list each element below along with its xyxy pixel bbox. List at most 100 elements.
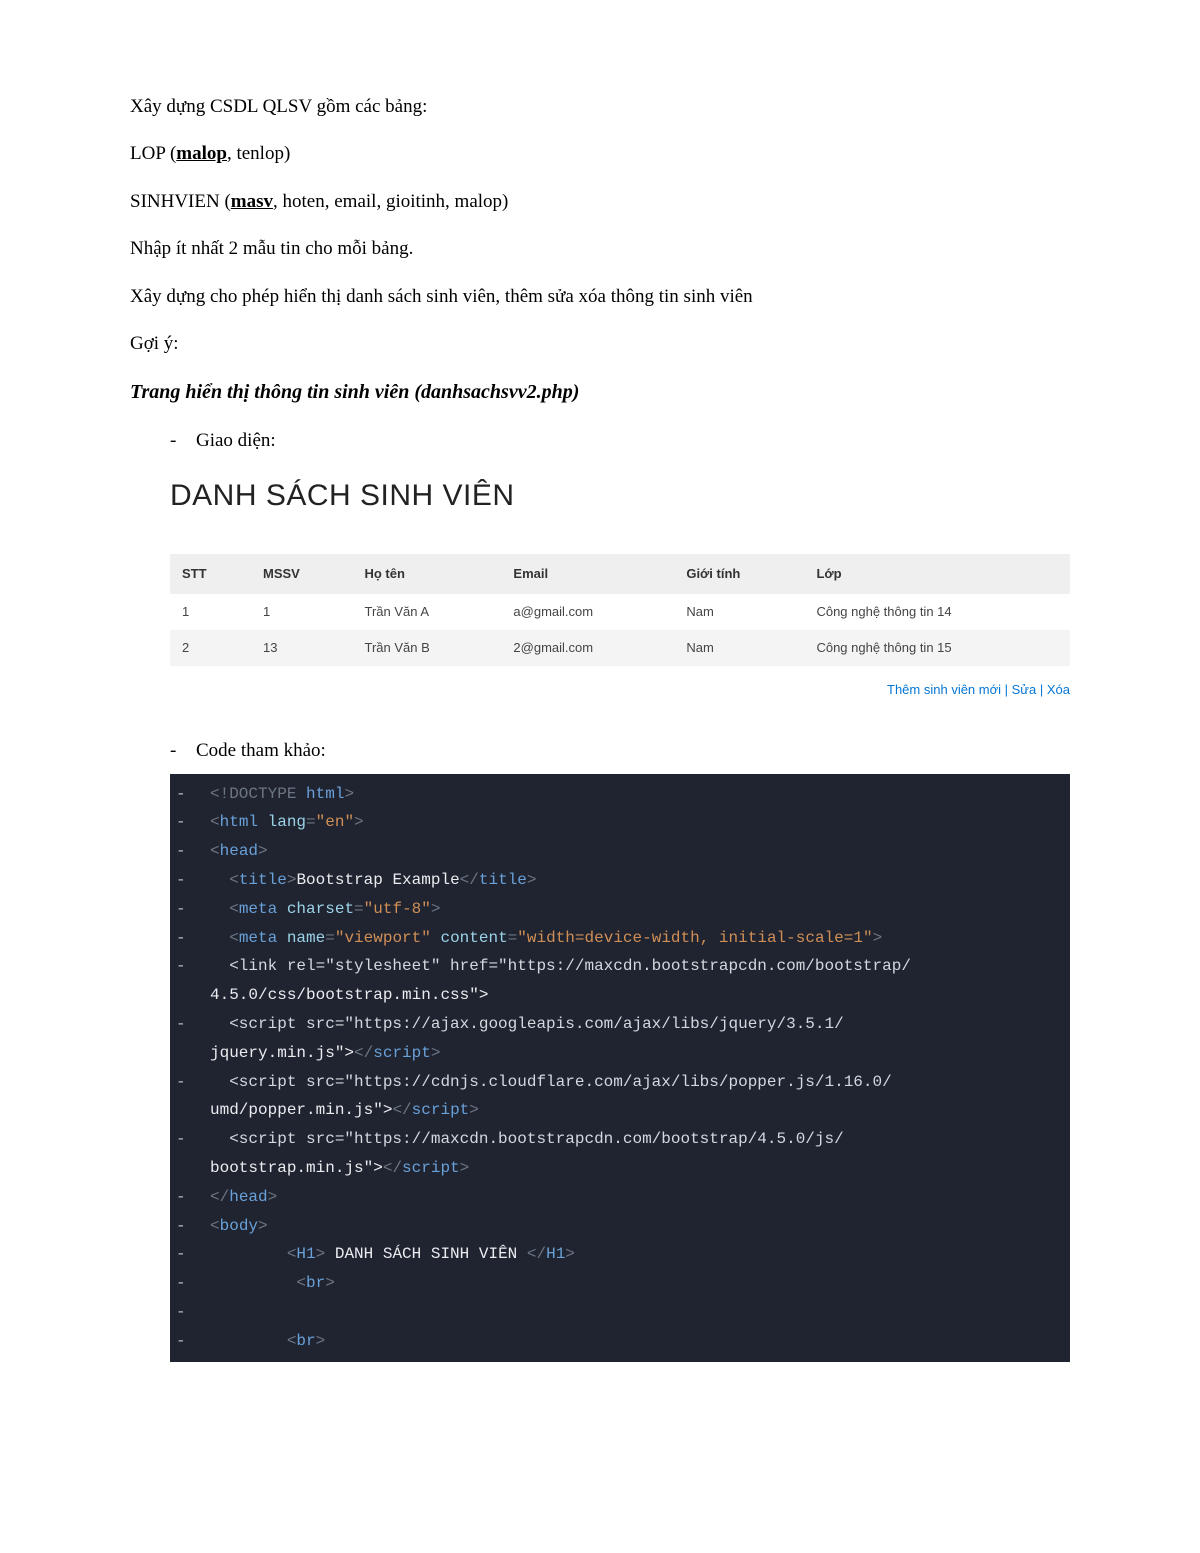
code-line: - <meta charset="utf-8"> (170, 895, 1070, 924)
link-delete[interactable]: Xóa (1047, 682, 1070, 697)
text-lop-suffix: , tenlop) (227, 143, 290, 164)
code-src: <title>Bootstrap Example</title> (210, 866, 1070, 895)
ui-sample: DANH SÁCH SINH VIÊN STT MSSV Họ tên Emai… (170, 473, 1070, 700)
gutter-dash: - (176, 1327, 210, 1356)
code-src: <script src="https://maxcdn.bootstrapcdn… (210, 1125, 1070, 1154)
gutter-dash: - (176, 895, 210, 924)
cell-stt: 1 (170, 594, 251, 630)
code-line: - <script src="https://ajax.googleapis.c… (170, 1010, 1070, 1039)
code-src: 4.5.0/css/bootstrap.min.css"> (210, 981, 1070, 1010)
code-line: - <script src="https://maxcdn.bootstrapc… (170, 1125, 1070, 1154)
code-line: -<body> (170, 1212, 1070, 1241)
gutter-dash: - (176, 1068, 210, 1097)
cell-gioitinh: Nam (674, 594, 804, 630)
code-src: <body> (210, 1212, 1070, 1241)
code-src: <H1> DANH SÁCH SINH VIÊN </H1> (210, 1240, 1070, 1269)
cell-stt: 2 (170, 630, 251, 666)
gutter-dash: - (176, 808, 210, 837)
paragraph-goiy: Gợi ý: (130, 329, 1070, 358)
th-gioitinh: Giới tính (674, 554, 804, 594)
cell-email: a@gmail.com (501, 594, 674, 630)
bullet-text: Code tham khảo: (196, 736, 1070, 765)
text-sv-prefix: SINHVIEN ( (130, 191, 231, 212)
code-src: <script src="https://ajax.googleapis.com… (210, 1010, 1070, 1039)
code-line: -<head> (170, 837, 1070, 866)
code-line: - <meta name="viewport" content="width=d… (170, 924, 1070, 953)
cell-mssv: 1 (251, 594, 352, 630)
code-line: - <link rel="stylesheet" href="https://m… (170, 952, 1070, 981)
gutter-dash: - (176, 952, 210, 981)
paragraph-mautin: Nhập ít nhất 2 mẫu tin cho mỗi bảng. (130, 234, 1070, 263)
th-mssv: MSSV (251, 554, 352, 594)
th-email: Email (501, 554, 674, 594)
text-sv-suffix: , hoten, email, gioitinh, malop) (273, 191, 508, 212)
cell-lop: Công nghệ thông tin 14 (804, 594, 1070, 630)
code-src: <!DOCTYPE html> (210, 780, 1070, 809)
cell-gioitinh: Nam (674, 630, 804, 666)
gutter-dash: - (176, 1298, 210, 1327)
gutter-dash: - (176, 1240, 210, 1269)
bullet-giaodien: - Giao diện: (170, 426, 1070, 455)
gutter-dash: - (176, 1269, 210, 1298)
gutter-dash: - (176, 1183, 210, 1212)
gutter-dash: - (176, 780, 210, 809)
bullet-marker: - (170, 426, 196, 455)
gutter-dash: - (176, 924, 210, 953)
link-edit[interactable]: Sửa (1012, 682, 1037, 697)
bullet-marker: - (170, 736, 196, 765)
code-src: <html lang="en"> (210, 808, 1070, 837)
cell-mssv: 13 (251, 630, 352, 666)
code-src: <meta name="viewport" content="width=dev… (210, 924, 1070, 953)
gutter-dash: - (176, 837, 210, 866)
paragraph-xaydung: Xây dựng cho phép hiển thị danh sách sin… (130, 282, 1070, 311)
code-line: -umd/popper.min.js"></script> (170, 1096, 1070, 1125)
link-add-student[interactable]: Thêm sinh viên mới (887, 682, 1001, 697)
code-src: <link rel="stylesheet" href="https://max… (210, 952, 1070, 981)
gutter-dash: - (176, 1010, 210, 1039)
th-stt: STT (170, 554, 251, 594)
link-sep: | (1001, 682, 1012, 697)
cell-hoten: Trần Văn A (352, 594, 501, 630)
paragraph-lop: LOP (malop, tenlop) (130, 139, 1070, 168)
cell-email: 2@gmail.com (501, 630, 674, 666)
code-src: <meta charset="utf-8"> (210, 895, 1070, 924)
table-row: 2 13 Trần Văn B 2@gmail.com Nam Công ngh… (170, 630, 1070, 666)
code-line: -<!DOCTYPE html> (170, 780, 1070, 809)
code-line: -4.5.0/css/bootstrap.min.css"> (170, 981, 1070, 1010)
paragraph-db-intro: Xây dựng CSDL QLSV gồm các bảng: (130, 92, 1070, 121)
table-header-row: STT MSSV Họ tên Email Giới tính Lớp (170, 554, 1070, 594)
code-line: -bootstrap.min.js"></script> (170, 1154, 1070, 1183)
code-src: </head> (210, 1183, 1070, 1212)
text-lop-key: malop (176, 143, 227, 164)
code-block: -<!DOCTYPE html>-<html lang="en">-<head>… (170, 774, 1070, 1362)
code-src: <script src="https://cdnjs.cloudflare.co… (210, 1068, 1070, 1097)
table-action-links: Thêm sinh viên mới | Sửa | Xóa (170, 680, 1070, 700)
code-src: <br> (210, 1269, 1070, 1298)
paragraph-sinhvien: SINHVIEN (masv, hoten, email, gioitinh, … (130, 187, 1070, 216)
code-src: <head> (210, 837, 1070, 866)
th-hoten: Họ tên (352, 554, 501, 594)
code-line: - <script src="https://cdnjs.cloudflare.… (170, 1068, 1070, 1097)
code-src: jquery.min.js"></script> (210, 1039, 1070, 1068)
code-line: -<html lang="en"> (170, 808, 1070, 837)
section-heading: Trang hiển thị thông tin sinh viên (danh… (130, 377, 1070, 408)
gutter-dash: - (176, 1212, 210, 1241)
bullet-text: Giao diện: (196, 426, 1070, 455)
code-line: - (170, 1298, 1070, 1327)
code-line: - <br> (170, 1269, 1070, 1298)
cell-hoten: Trần Văn B (352, 630, 501, 666)
text-lop-prefix: LOP ( (130, 143, 176, 164)
text-sv-key: masv (231, 191, 273, 212)
th-lop: Lớp (804, 554, 1070, 594)
code-line: -jquery.min.js"></script> (170, 1039, 1070, 1068)
cell-lop: Công nghệ thông tin 15 (804, 630, 1070, 666)
code-line: - <title>Bootstrap Example</title> (170, 866, 1070, 895)
code-src: <br> (210, 1327, 1070, 1356)
code-src: umd/popper.min.js"></script> (210, 1096, 1070, 1125)
link-sep: | (1036, 682, 1047, 697)
code-line: - <H1> DANH SÁCH SINH VIÊN </H1> (170, 1240, 1070, 1269)
gutter-dash: - (176, 866, 210, 895)
gutter-dash: - (176, 1125, 210, 1154)
ui-title: DANH SÁCH SINH VIÊN (170, 473, 1070, 520)
table-row: 1 1 Trần Văn A a@gmail.com Nam Công nghệ… (170, 594, 1070, 630)
